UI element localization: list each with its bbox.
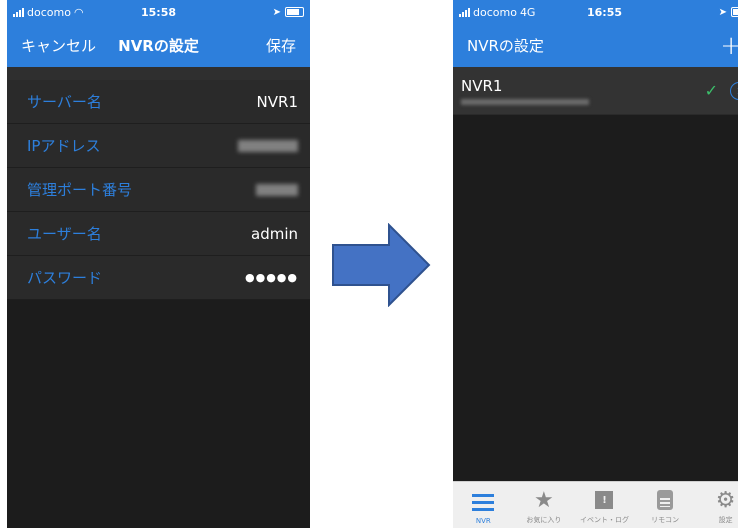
battery-icon [285, 7, 304, 17]
remote-icon [657, 490, 674, 510]
field-label: 管理ポート番号 [27, 181, 133, 199]
checkmark-icon: ✓ [704, 81, 718, 100]
gear-icon: ⚙ [715, 487, 736, 513]
nav-bar: キャンセル NVRの設定 保存 [7, 24, 310, 67]
nvr-name: NVR1 [461, 76, 503, 95]
status-bar: docomo 4G 16:55 ➤ [453, 0, 738, 24]
signal-icon [13, 7, 24, 17]
field-value-blurred[interactable] [256, 183, 298, 196]
tab-remote[interactable]: リモコン [635, 482, 696, 528]
field-value-blurred[interactable] [238, 139, 298, 152]
tab-label: イベント・ログ [579, 516, 629, 524]
save-button[interactable]: 保存 [266, 35, 296, 56]
info-icon[interactable]: i [730, 81, 738, 100]
star-icon: ★ [534, 487, 554, 513]
nvr-address-blurred [461, 98, 589, 105]
wifi-icon: ◠ [73, 5, 84, 19]
field-value[interactable]: ●●●●● [245, 271, 298, 284]
tab-event-log[interactable]: ! イベント・ログ [574, 482, 635, 528]
tab-label: リモコン [651, 516, 680, 524]
page-title: NVRの設定 [467, 37, 544, 55]
tab-label: お気に入り [526, 516, 562, 524]
tab-nvr[interactable]: NVR [453, 482, 514, 528]
admin-port-field[interactable]: 管理ポート番号 [7, 168, 310, 212]
ip-address-field[interactable]: IPアドレス [7, 124, 310, 168]
nav-bar: NVRの設定 + [453, 24, 738, 67]
list-icon [472, 493, 495, 511]
tab-favorites[interactable]: ★ お気に入り [514, 482, 575, 528]
status-bar: docomo ◠ 15:58 ➤ [7, 0, 310, 24]
event-flag-icon: ! [595, 491, 614, 509]
tab-bar: NVR ★ お気に入り ! イベント・ログ リモコン ⚙ 設定 [453, 481, 738, 528]
username-field[interactable]: ユーザー名 admin [7, 212, 310, 256]
field-value[interactable]: admin [251, 225, 298, 243]
location-icon: ➤ [718, 6, 727, 18]
server-name-field[interactable]: サーバー名 NVR1 [7, 80, 310, 124]
field-label: ユーザー名 [27, 225, 102, 243]
location-icon: ➤ [272, 6, 281, 18]
field-label: IPアドレス [27, 137, 101, 155]
network-label: 4G [519, 5, 536, 19]
field-label: サーバー名 [27, 93, 102, 111]
tab-label: 設定 [718, 516, 733, 524]
field-label: パスワード [27, 269, 103, 287]
phone-screen-nvr-list: docomo 4G 16:55 ➤ NVRの設定 + NVR1 ✓ i NVR … [453, 0, 738, 528]
field-value[interactable]: NVR1 [257, 93, 298, 111]
password-field[interactable]: パスワード ●●●●● [7, 256, 310, 300]
signal-icon [459, 7, 470, 17]
tab-label: NVR [475, 517, 491, 525]
right-arrow-icon [332, 223, 431, 307]
tab-settings[interactable]: ⚙ 設定 [695, 482, 738, 528]
battery-icon [731, 7, 738, 17]
carrier-label: docomo [473, 5, 517, 19]
plus-icon[interactable]: + [720, 33, 738, 59]
list-item[interactable]: NVR1 ✓ i [453, 67, 738, 115]
carrier-label: docomo [27, 5, 71, 19]
phone-screen-settings-edit: docomo ◠ 15:58 ➤ キャンセル NVRの設定 保存 サーバー名 N… [7, 0, 310, 528]
cancel-button[interactable]: キャンセル [21, 35, 96, 56]
section-divider [7, 67, 310, 80]
